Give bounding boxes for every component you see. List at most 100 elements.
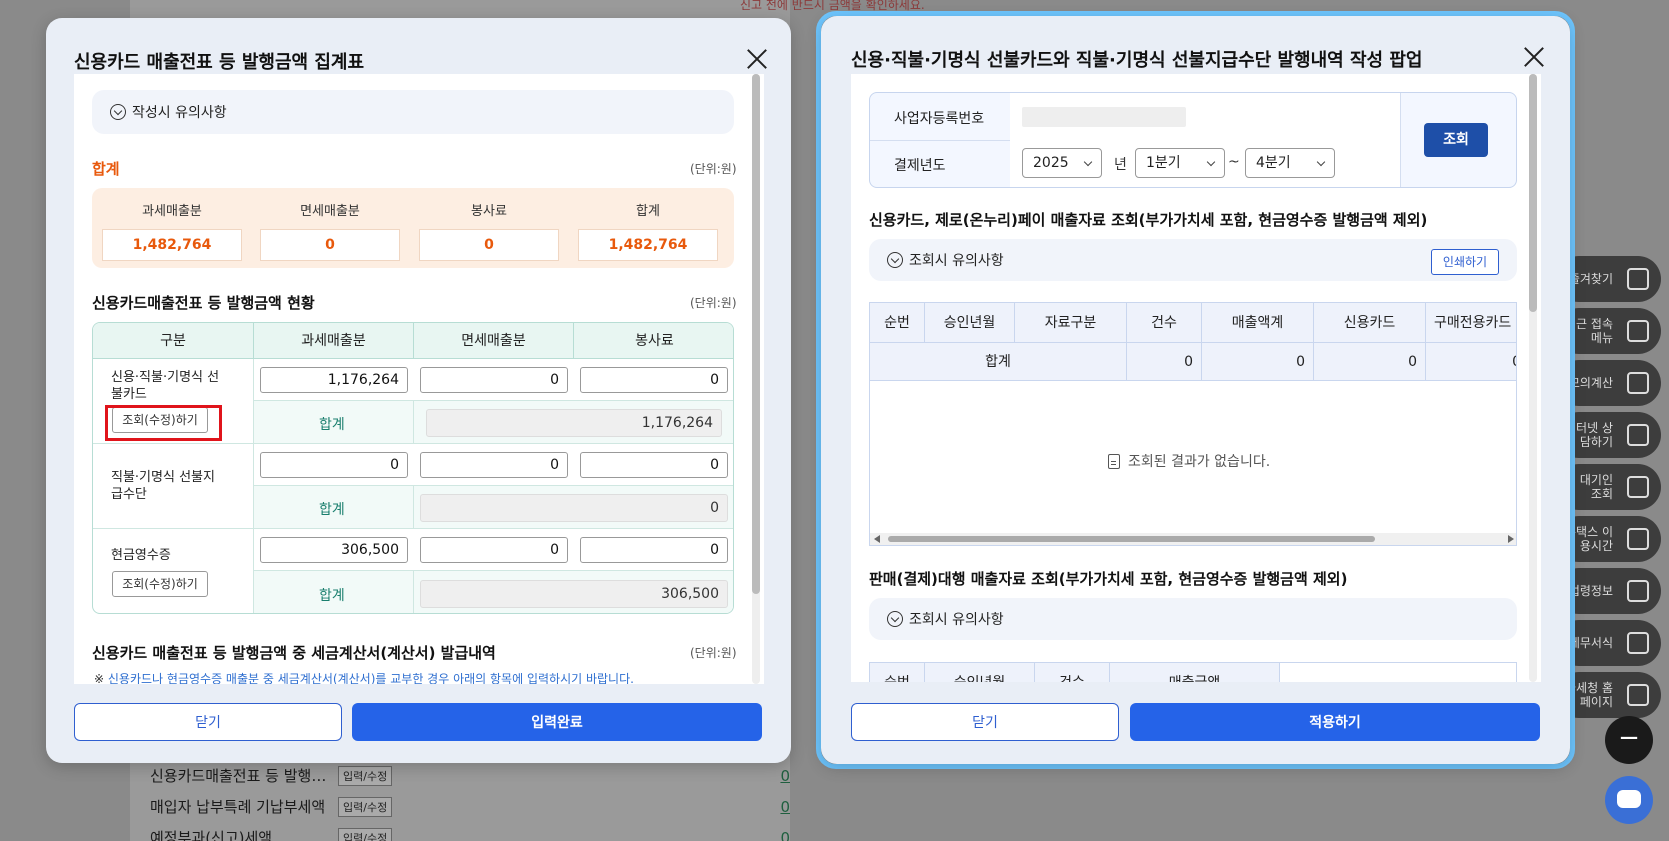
card-taxable-input[interactable]: 1,176,264 <box>260 367 408 393</box>
pg-sales-title: 판매(결제)대행 매출자료 조회(부가가치세 포함, 현금영수증 발행금액 제외… <box>869 570 1348 588</box>
query-notice-toggle[interactable]: 조회시 유의사항 <box>869 239 1517 281</box>
background-row-value[interactable]: 0 <box>780 798 790 816</box>
highlight-frame <box>105 405 222 441</box>
background-row-label: 신용카드매출전표 등 발행… <box>150 767 327 785</box>
query-button[interactable]: 조회 <box>1424 123 1488 157</box>
biz-number-value <box>1022 107 1186 127</box>
scroll-left-icon[interactable] <box>874 535 880 543</box>
grid-header-taxable: 과세매출분 <box>254 323 414 359</box>
status-title: 신용카드매출전표 등 발행금액 현황 <box>92 294 315 312</box>
grid-header-service: 봉사료 <box>574 323 733 359</box>
background-row-value[interactable]: 0 <box>780 767 790 785</box>
row-label-cash-receipt: 현금영수증 <box>111 548 171 563</box>
close-icon[interactable] <box>1523 46 1545 68</box>
invoice-title: 신용카드 매출전표 등 발행금액 중 세금계산서(계산서) 발급내역 <box>92 644 496 662</box>
col-approval-month: 승인년월 <box>925 303 1015 343</box>
row-label-card: 신용·직불·기명식 선불카드 <box>111 370 220 402</box>
query-notice-toggle[interactable]: 조회시 유의사항 <box>869 598 1517 640</box>
modal-content: 작성시 유의사항 합계 (단위:원) 과세매출분 1,482,764 면세매출분 0… <box>74 74 764 684</box>
background-row: 신용카드매출전표 등 발행… 입력/수정 0 <box>150 760 790 791</box>
query-edit-button[interactable]: 조회(수정)하기 <box>112 571 208 597</box>
issuance-popup: 신용·직불·기명식 선불카드와 직불·기명식 선불지급수단 발행내역 작성 팝업… <box>821 16 1570 764</box>
chevron-down-icon <box>887 252 903 268</box>
biz-number-label: 사업자등록번호 <box>894 111 985 127</box>
background-row-label: 매입자 납부특례 기납부세액 <box>150 798 326 816</box>
background-row-edit-button[interactable]: 입력/수정 <box>338 765 393 786</box>
close-button[interactable]: 닫기 <box>851 703 1119 741</box>
chat-icon <box>1627 424 1649 446</box>
close-icon[interactable] <box>746 48 768 70</box>
invoice-note: ※ 신용카드나 현금영수증 매출분 중 세금계산서(계산서)를 교부한 경우 아… <box>94 672 634 684</box>
year-select[interactable]: 2025 <box>1022 148 1102 178</box>
modal-title: 신용·직불·기명식 선불카드와 직불·기명식 선불지급수단 발행내역 작성 팝업 <box>851 50 1423 71</box>
sum-row-purchase: 0 <box>1426 343 1516 381</box>
document-icon <box>1108 453 1120 469</box>
modal-content: 사업자등록번호 결제년도 2025 년 1분기 ~ 4분기 조회 신용카드, 제… <box>851 74 1541 682</box>
quarter-from-select[interactable]: 1분기 <box>1135 148 1225 178</box>
prepaid-exempt-input[interactable]: 0 <box>420 452 568 478</box>
summary-service: 봉사료 0 <box>419 188 559 261</box>
card-sales-title: 신용카드, 제로(온누리)페이 매출자료 조회(부가가치세 포함, 현금영수증 … <box>869 211 1428 229</box>
background-rows: 신용카드매출전표 등 발행… 입력/수정 0 매입자 납부특례 기납부세액 입력… <box>150 760 790 841</box>
summary-total: 합계 1,482,764 <box>578 188 718 261</box>
calculator-icon <box>1627 372 1649 394</box>
background-row-edit-button[interactable]: 입력/수정 <box>338 827 393 841</box>
issuance-grid: 구분 과세매출분 면세매출분 봉사료 신용·직불·기명식 선불카드 조회(수정)… <box>92 322 734 614</box>
card-service-input[interactable]: 0 <box>580 367 728 393</box>
collapse-dock-button[interactable]: − <box>1605 716 1653 764</box>
card-sum-value: 1,176,264 <box>426 409 722 437</box>
cash-service-input[interactable]: 0 <box>580 537 728 563</box>
grid-header-exempt: 면세매출분 <box>414 323 574 359</box>
empty-result: 조회된 결과가 없습니다. <box>1108 451 1270 471</box>
search-form: 사업자등록번호 결제년도 2025 년 1분기 ~ 4분기 조회 <box>869 92 1517 188</box>
scroll-right-icon[interactable] <box>1508 535 1514 543</box>
prepaid-taxable-input[interactable]: 0 <box>260 452 408 478</box>
payment-year-label: 결제년도 <box>894 158 946 174</box>
col-data-type: 자료구분 <box>1015 303 1127 343</box>
row-label-prepaid: 직불·기명식 선불지급수단 <box>111 470 215 502</box>
submit-button[interactable]: 입력완료 <box>352 703 762 741</box>
chevron-down-icon <box>887 611 903 627</box>
clock-icon <box>1627 320 1649 342</box>
unit-label: (단위:원) <box>690 162 737 176</box>
col-approval-month: 승인년월 <box>925 663 1035 682</box>
col-seq: 순번 <box>870 303 925 343</box>
col-sales-total: 매출액계 <box>1202 303 1314 343</box>
year-unit: 년 <box>1114 157 1127 173</box>
vertical-scrollbar[interactable] <box>1529 74 1537 682</box>
document-icon <box>1627 632 1649 654</box>
vertical-scrollbar[interactable] <box>752 74 760 684</box>
quarter-to-select[interactable]: 4분기 <box>1245 148 1335 178</box>
cash-taxable-input[interactable]: 306,500 <box>260 537 408 563</box>
horizontal-scrollbar[interactable] <box>870 533 1516 545</box>
apply-button[interactable]: 적용하기 <box>1130 703 1540 741</box>
summary-box: 과세매출분 1,482,764 면세매출분 0 봉사료 0 합계 1,482,764 <box>92 188 734 268</box>
col-count: 건수 <box>1127 303 1202 343</box>
col-count: 건수 <box>1035 663 1110 682</box>
unit-label: (단위:원) <box>690 296 737 310</box>
pg-sales-table: 순번 승인년월 건수 매출금액 <box>869 662 1517 682</box>
row-sum-label: 합계 <box>319 417 345 433</box>
grid-header-category: 구분 <box>93 323 254 359</box>
background-row-edit-button[interactable]: 입력/수정 <box>338 796 393 817</box>
writing-notice-toggle[interactable]: 작성시 유의사항 <box>92 90 734 134</box>
sum-row-total: 0 <box>1202 343 1314 381</box>
sum-row-credit: 0 <box>1314 343 1426 381</box>
queue-icon <box>1627 476 1649 498</box>
col-credit-card: 신용카드 <box>1314 303 1426 343</box>
row-sum-label: 합계 <box>319 502 345 518</box>
row-sum-label: 합계 <box>319 588 345 604</box>
cash-exempt-input[interactable]: 0 <box>420 537 568 563</box>
modal-title: 신용카드 매출전표 등 발행금액 집계표 <box>74 52 365 73</box>
card-exempt-input[interactable]: 0 <box>420 367 568 393</box>
summary-modal: 신용카드 매출전표 등 발행금액 집계표 작성시 유의사항 합계 (단위:원) … <box>46 18 791 763</box>
col-seq: 순번 <box>870 663 925 682</box>
print-button[interactable]: 인쇄하기 <box>1431 249 1499 275</box>
sum-row-label: 합계 <box>870 343 1127 381</box>
background-row: 매입자 납부특례 기납부세액 입력/수정 0 <box>150 791 790 822</box>
chatbot-icon[interactable] <box>1605 776 1653 824</box>
background-row-value[interactable]: 0 <box>780 829 790 841</box>
background-row-label: 예정부과(신고)세액 <box>150 829 273 841</box>
prepaid-service-input[interactable]: 0 <box>580 452 728 478</box>
close-button[interactable]: 닫기 <box>74 703 342 741</box>
